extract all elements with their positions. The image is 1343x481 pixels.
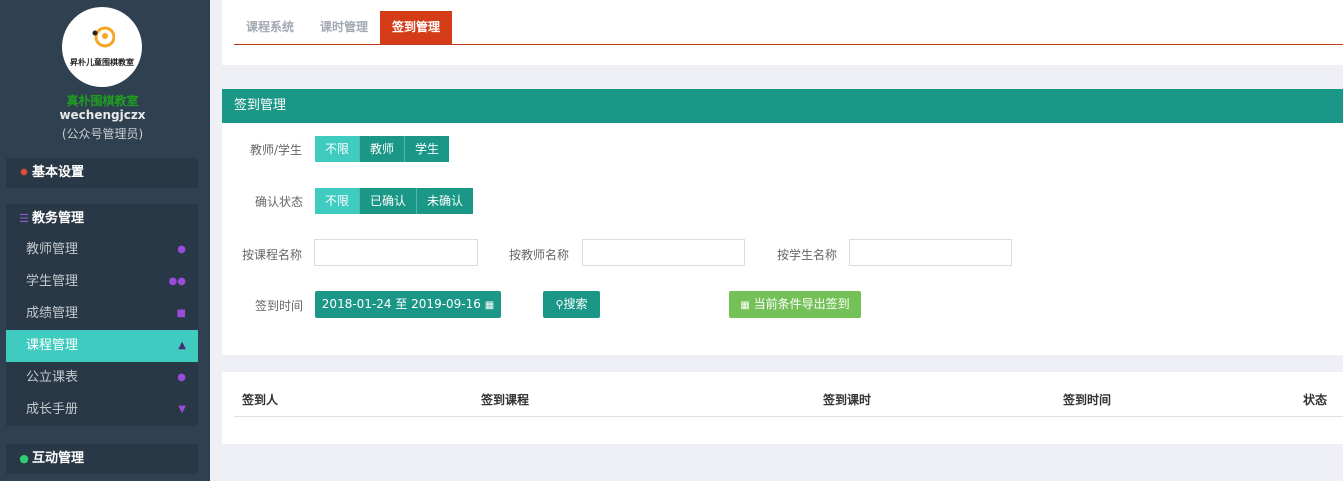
menu-group-academic: ☰ 教务管理 教师管理 ● 学生管理 ●● 成绩管理 ■ 课程管理 ▲ 公立课表 …	[6, 204, 198, 426]
export-button-label: 当前条件导出签到	[753, 297, 850, 311]
course-name-search-label: 按课程名称	[242, 248, 303, 262]
spreadsheet-icon: ▦	[740, 300, 750, 311]
user-name: wechengjczx	[59, 108, 146, 122]
column-header-status: 状态	[1303, 393, 1328, 407]
teacher-student-option-student[interactable]: 学生	[405, 136, 450, 162]
sidebar-item-students[interactable]: 学生管理 ●●	[6, 266, 198, 298]
logo-text: 昇朴儿童围棋教室	[70, 58, 134, 67]
tab-signin-management[interactable]: 签到管理	[380, 11, 452, 44]
wechat-icon: ●	[19, 452, 29, 465]
sidebar-item-label: 成绩管理	[26, 306, 79, 321]
users-icon: ●●	[168, 276, 186, 287]
sidebar-item-label: 公立课表	[26, 370, 79, 385]
search-icon: ⚲	[555, 298, 564, 311]
logo-mark-icon	[92, 26, 115, 48]
menu-group-interaction: ● 互动管理	[6, 444, 198, 474]
user-role: (公众号管理员)	[61, 127, 144, 141]
sidebar-item-label: 课程管理	[26, 338, 79, 353]
teacher-name-search-label: 按教师名称	[509, 248, 570, 262]
graduation-cap-icon: ▲	[178, 340, 186, 351]
search-button-label: 搜索	[563, 297, 588, 311]
student-name-search-label: 按学生名称	[777, 248, 838, 262]
sidebar: 昇朴儿童围棋教室 真朴围棋教室 wechengjczx (公众号管理员) ✹ 基本…	[0, 0, 210, 481]
date-range-value: 2018-01-24 至 2019-09-16	[321, 297, 481, 311]
column-header-time: 签到时间	[1063, 393, 1112, 407]
tab-bar: 课程系统 课时管理 签到管理	[234, 11, 1343, 45]
book-icon: ■	[176, 308, 186, 319]
logo: 昇朴儿童围棋教室	[62, 7, 142, 87]
trophy-icon: ▼	[178, 404, 186, 415]
menu-header-label: 互动管理	[32, 451, 85, 466]
sidebar-item-teachers[interactable]: 教师管理 ●	[6, 234, 198, 266]
calendar-icon: ▦	[484, 300, 495, 311]
signin-time-label: 签到时间	[255, 299, 304, 313]
signin-date-range-picker[interactable]: 2018-01-24 至 2019-09-16 ▦	[315, 291, 501, 318]
filter-box-title: 签到管理	[222, 89, 1343, 123]
confirm-status-label: 确认状态	[255, 195, 304, 209]
github-icon: ●	[177, 372, 186, 383]
sidebar-item-label: 成长手册	[26, 402, 79, 417]
sidebar-item-label: 教师管理	[26, 242, 79, 257]
school-name: 真朴围棋教室	[66, 94, 139, 108]
table-header: 签到人 签到课程 签到课时 签到时间 状态	[234, 385, 1343, 417]
menu-group-basic-settings: ✹ 基本设置	[6, 158, 198, 188]
column-header-course: 签到课程	[481, 393, 530, 407]
course-name-search-input[interactable]	[314, 239, 478, 266]
database-icon: ☰	[19, 212, 29, 225]
confirm-status-option-all[interactable]: 不限	[315, 188, 361, 214]
gear-icon: ✹	[19, 166, 29, 179]
sidebar-item-grades[interactable]: 成绩管理 ■	[6, 298, 198, 330]
teacher-student-filter: 不限 教师 学生	[315, 136, 450, 162]
search-button[interactable]: ⚲搜索	[543, 291, 600, 318]
user-icon: ●	[177, 244, 186, 255]
sidebar-item-growth-handbook[interactable]: 成长手册 ▼	[6, 394, 198, 426]
teacher-student-label: 教师/学生	[250, 143, 303, 157]
teacher-student-option-all[interactable]: 不限	[315, 136, 361, 162]
menu-header-label: 教务管理	[32, 211, 85, 226]
menu-header-academic[interactable]: ☰ 教务管理	[6, 204, 198, 234]
column-header-lesson: 签到课时	[823, 393, 872, 407]
menu-header-basic-settings[interactable]: ✹ 基本设置	[6, 158, 198, 188]
menu-header-interaction[interactable]: ● 互动管理	[6, 444, 198, 474]
confirm-status-option-confirmed[interactable]: 已确认	[360, 188, 418, 214]
student-name-search-input[interactable]	[849, 239, 1012, 266]
teacher-student-option-teacher[interactable]: 教师	[360, 136, 406, 162]
confirm-status-option-unconfirmed[interactable]: 未确认	[417, 188, 474, 214]
confirm-status-filter: 不限 已确认 未确认	[315, 188, 474, 214]
sidebar-item-label: 学生管理	[26, 274, 79, 289]
export-button[interactable]: ▦ 当前条件导出签到	[729, 291, 861, 318]
tab-lesson-management[interactable]: 课时管理	[308, 11, 380, 44]
teacher-name-search-input[interactable]	[582, 239, 745, 266]
sidebar-item-public-schedule[interactable]: 公立课表 ●	[6, 362, 198, 394]
column-header-signer: 签到人	[242, 393, 279, 407]
sidebar-item-courses[interactable]: 课程管理 ▲	[6, 330, 198, 362]
menu-header-label: 基本设置	[32, 165, 85, 180]
tab-course-system[interactable]: 课程系统	[234, 11, 306, 44]
